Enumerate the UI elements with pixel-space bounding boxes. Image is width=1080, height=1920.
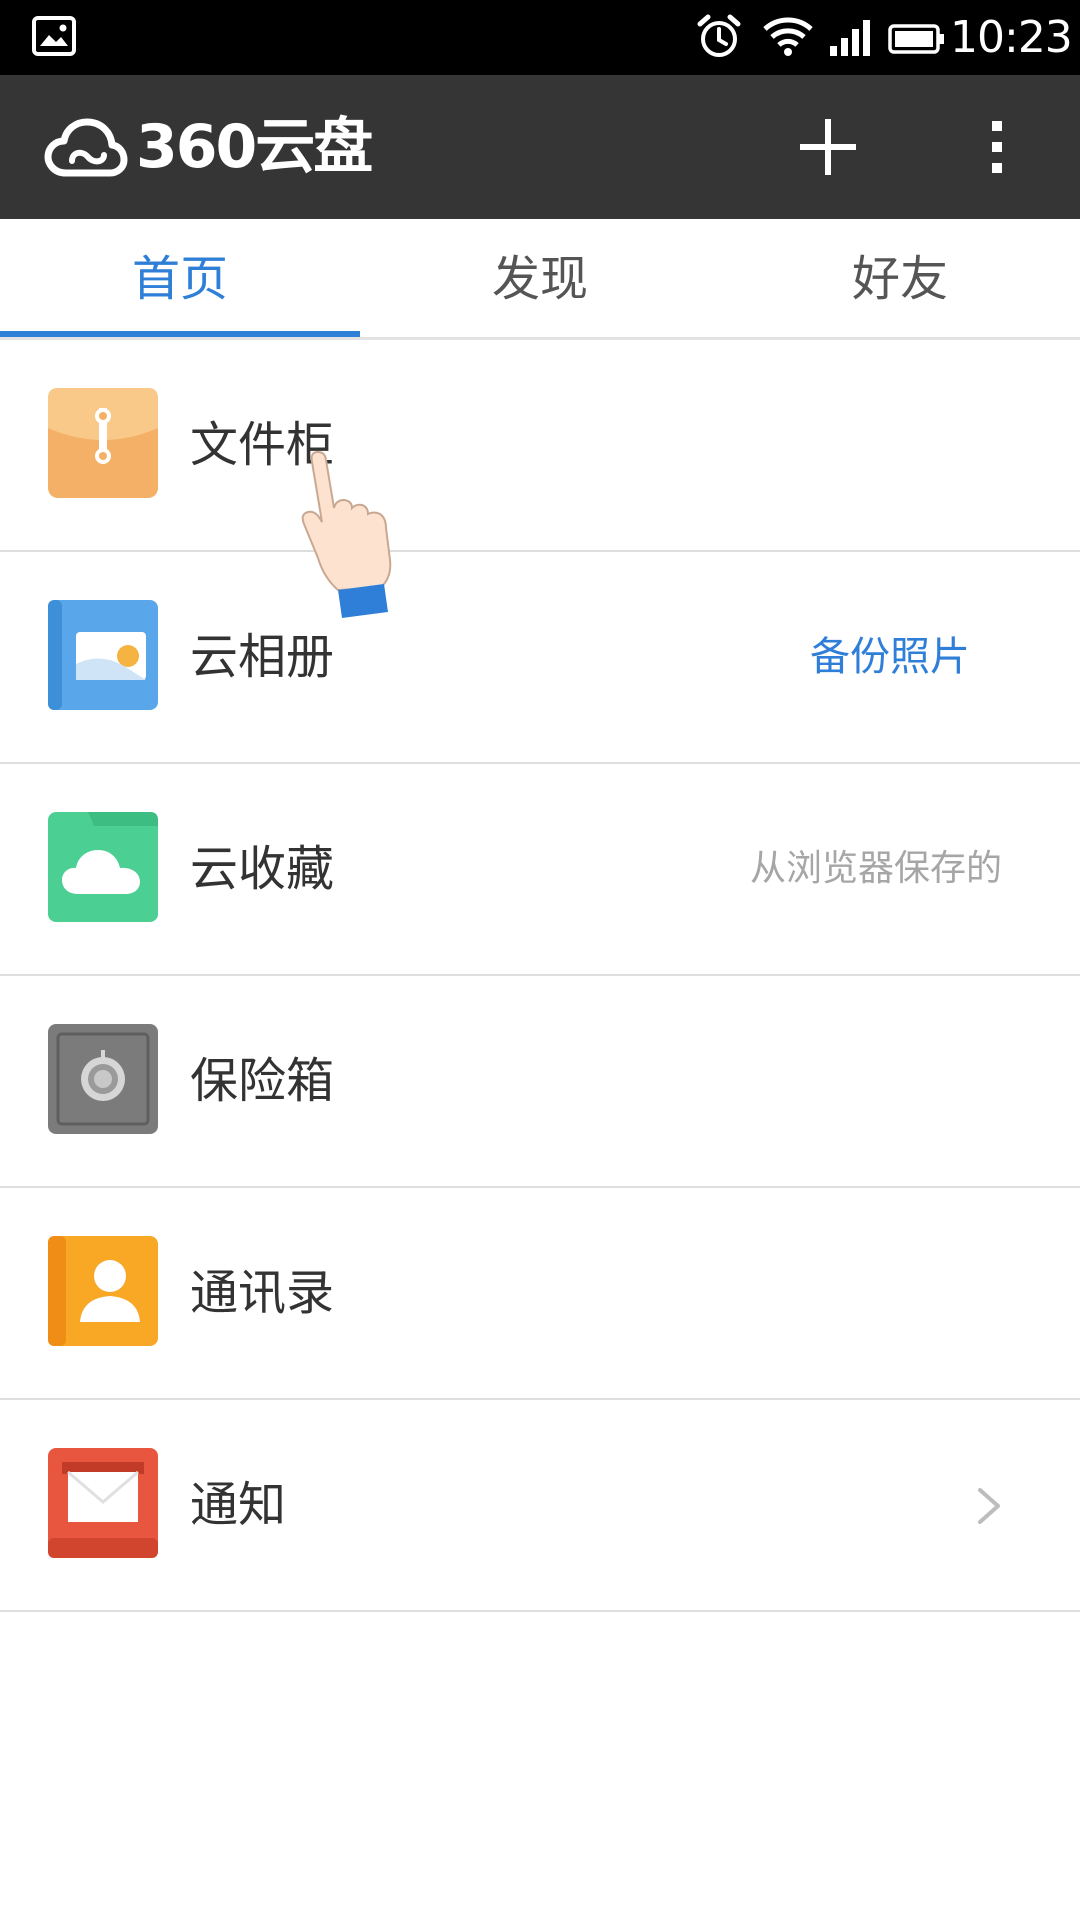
list-item-label: 保险箱 — [190, 1053, 335, 1109]
tap-hand-icon — [298, 448, 408, 622]
chevron-right-icon — [976, 1486, 1002, 1530]
list-item-label: 云收藏 — [190, 841, 335, 897]
status-time: 10:23 — [950, 12, 1073, 63]
cloud-favorites-icon — [48, 812, 158, 922]
cloud-logo-icon — [44, 117, 128, 183]
tab-discover[interactable]: 发现 — [360, 219, 720, 337]
battery-icon — [888, 24, 946, 58]
list-item-label: 通讯录 — [190, 1265, 335, 1321]
list-item-safe[interactable]: 保险箱 — [0, 976, 1080, 1188]
tab-bar: 首页 发现 好友 — [0, 219, 1080, 340]
app-title-bar: 360云盘 — [0, 75, 1080, 219]
app-logo-text: 360云盘 — [136, 112, 373, 182]
add-icon[interactable] — [796, 115, 860, 179]
contacts-icon — [48, 1236, 158, 1346]
file-cabinet-icon — [48, 388, 158, 498]
list-item-label: 通知 — [190, 1477, 287, 1533]
gallery-icon — [32, 16, 76, 60]
backup-photos-link[interactable]: 备份照片 — [810, 552, 970, 762]
list-item-file-cabinet[interactable]: 文件柜 — [0, 340, 1080, 552]
tab-home[interactable]: 首页 — [0, 219, 360, 337]
status-bar: 10:23 — [0, 0, 1080, 75]
list-item-hint: 从浏览器保存的 — [749, 848, 1002, 889]
tab-indicator — [0, 331, 360, 337]
list-item-cloud-favorites[interactable]: 云收藏 从浏览器保存的 — [0, 764, 1080, 976]
wifi-icon — [762, 16, 814, 60]
more-vert-icon[interactable] — [982, 115, 1012, 179]
home-list: 文件柜 云相册 备份照片 云收藏 从浏览器保存的 保险箱 通讯录 通知 — [0, 340, 1080, 1612]
safe-icon — [48, 1024, 158, 1134]
list-item-cloud-album[interactable]: 云相册 备份照片 — [0, 552, 1080, 764]
cloud-album-icon — [48, 600, 158, 710]
signal-icon — [828, 18, 872, 62]
tab-friends[interactable]: 好友 — [720, 219, 1080, 337]
notification-icon — [48, 1448, 158, 1558]
list-item-contacts[interactable]: 通讯录 — [0, 1188, 1080, 1400]
list-item-notifications[interactable]: 通知 — [0, 1400, 1080, 1612]
alarm-icon — [696, 14, 742, 64]
